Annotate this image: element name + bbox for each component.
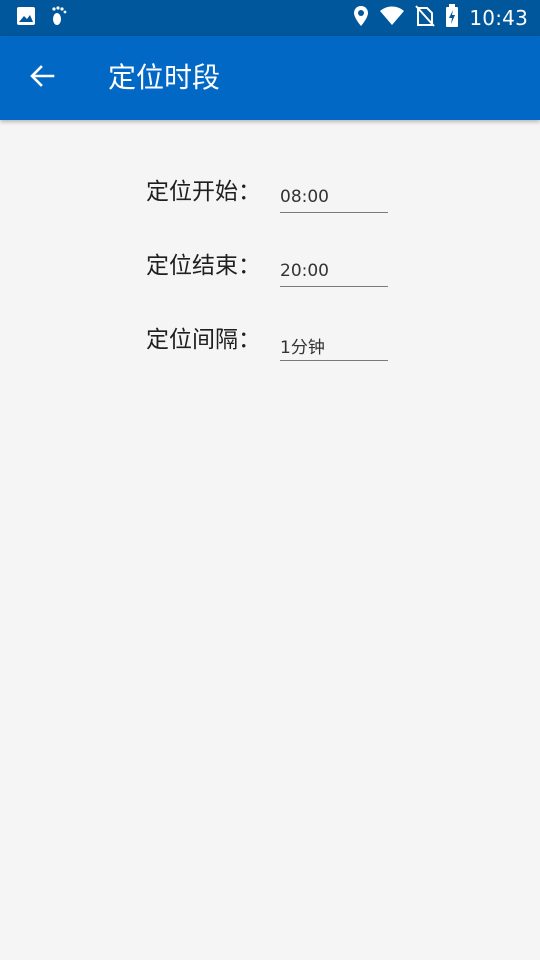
footprint-icon bbox=[50, 5, 68, 31]
arrow-back-icon bbox=[28, 62, 56, 94]
end-time-label: 定位结束： bbox=[146, 253, 261, 279]
start-time-label: 定位开始： bbox=[146, 179, 261, 205]
page-title: 定位时段 bbox=[108, 61, 221, 94]
end-time-row: 定位结束： 20:00 bbox=[0, 246, 540, 296]
no-sim-icon bbox=[415, 5, 436, 31]
interval-field[interactable]: 1分钟 bbox=[280, 330, 388, 361]
start-time-field[interactable]: 08:00 bbox=[280, 182, 388, 213]
start-time-row: 定位开始： 08:00 bbox=[0, 172, 540, 222]
battery-charging-icon bbox=[445, 4, 459, 32]
app-bar: 定位时段 bbox=[0, 36, 540, 120]
end-time-field[interactable]: 20:00 bbox=[280, 256, 388, 287]
location-icon bbox=[353, 5, 369, 31]
image-icon bbox=[16, 6, 36, 30]
status-right-icons: 10:43 bbox=[353, 0, 528, 36]
interval-label: 定位间隔： bbox=[146, 327, 261, 353]
wifi-icon bbox=[379, 6, 405, 30]
status-left-icons bbox=[16, 0, 68, 36]
status-bar: 10:43 bbox=[0, 0, 540, 36]
status-time: 10:43 bbox=[469, 6, 528, 30]
interval-row: 定位间隔： 1分钟 bbox=[0, 320, 540, 370]
back-button[interactable] bbox=[24, 60, 60, 96]
